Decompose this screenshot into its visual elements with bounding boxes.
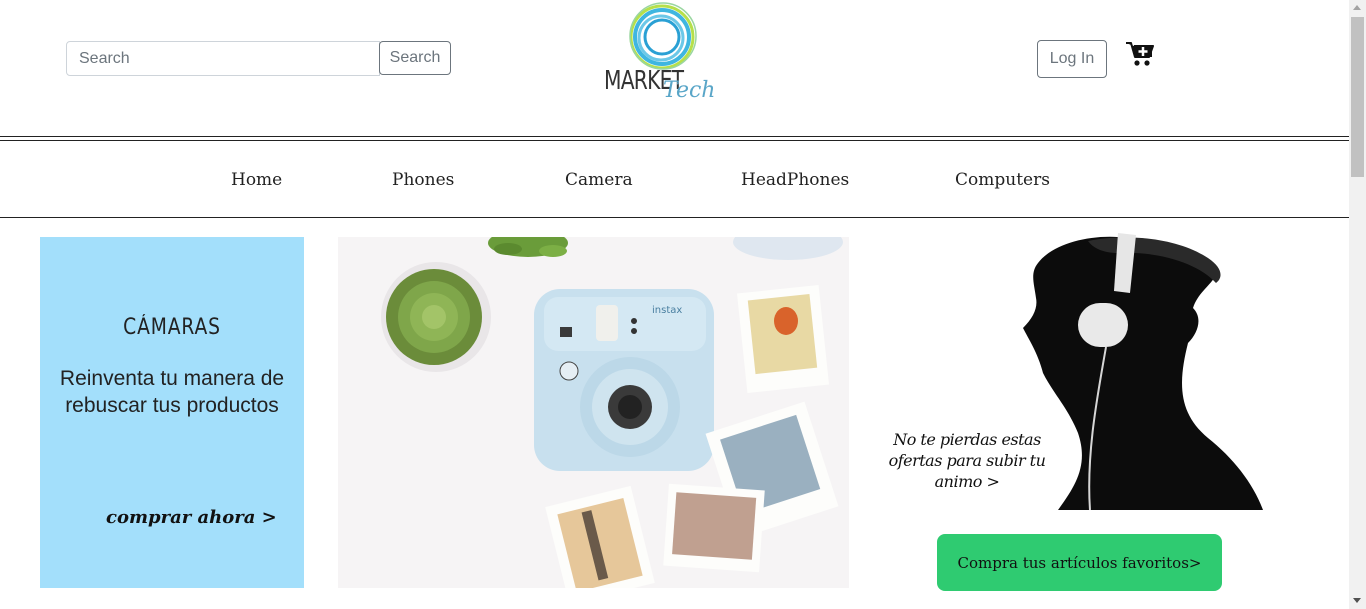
banner-text: Reinventa tu manera de rebuscar tus prod… <box>59 367 285 417</box>
camera-body: instax <box>534 289 714 471</box>
scroll-up-arrow-icon[interactable] <box>1353 5 1361 10</box>
nav-item-computers[interactable]: Computers <box>955 170 1050 190</box>
cameras-banner[interactable]: CÁMARAS Reinventa tu manera de rebuscar … <box>40 237 304 588</box>
login-button[interactable]: Log In <box>1037 40 1107 78</box>
headphones-offer-text: No te pierdas estas ofertas para subir t… <box>888 430 1046 491</box>
photo-balloon <box>736 284 830 394</box>
search-bar: Search <box>66 41 451 76</box>
main-nav: Home Phones Camera HeadPhones Computers <box>0 140 1349 218</box>
banner-title: CÁMARAS <box>123 315 221 340</box>
logo-text-tech: Tech <box>663 78 716 103</box>
nav-item-camera[interactable]: Camera <box>565 170 633 190</box>
vertical-scrollbar[interactable] <box>1349 0 1366 609</box>
page: Search MARKET Tech Log In Home Phones Ca… <box>0 0 1349 609</box>
headphones-banner[interactable]: No te pierdas estas ofertas para subir t… <box>878 233 1263 510</box>
search-input[interactable] <box>66 41 380 76</box>
cart-plus-icon[interactable] <box>1125 40 1155 68</box>
site-header: Search MARKET Tech Log In <box>0 0 1349 137</box>
instant-camera-photo: instax <box>338 237 849 588</box>
nav-item-home[interactable]: Home <box>231 170 282 190</box>
buy-now-link[interactable]: comprar ahora > <box>106 507 277 528</box>
shop-favorites-button[interactable]: Compra tus artículos favoritos> <box>937 534 1222 591</box>
svg-text:instax: instax <box>652 305 682 316</box>
scroll-down-arrow-icon[interactable] <box>1353 598 1361 603</box>
succulent <box>381 262 491 372</box>
nav-item-phones[interactable]: Phones <box>392 170 454 190</box>
nav-item-headphones[interactable]: HeadPhones <box>741 170 849 190</box>
scroll-thumb[interactable] <box>1351 17 1364 177</box>
search-button[interactable]: Search <box>379 41 451 75</box>
photo-people <box>663 483 765 573</box>
